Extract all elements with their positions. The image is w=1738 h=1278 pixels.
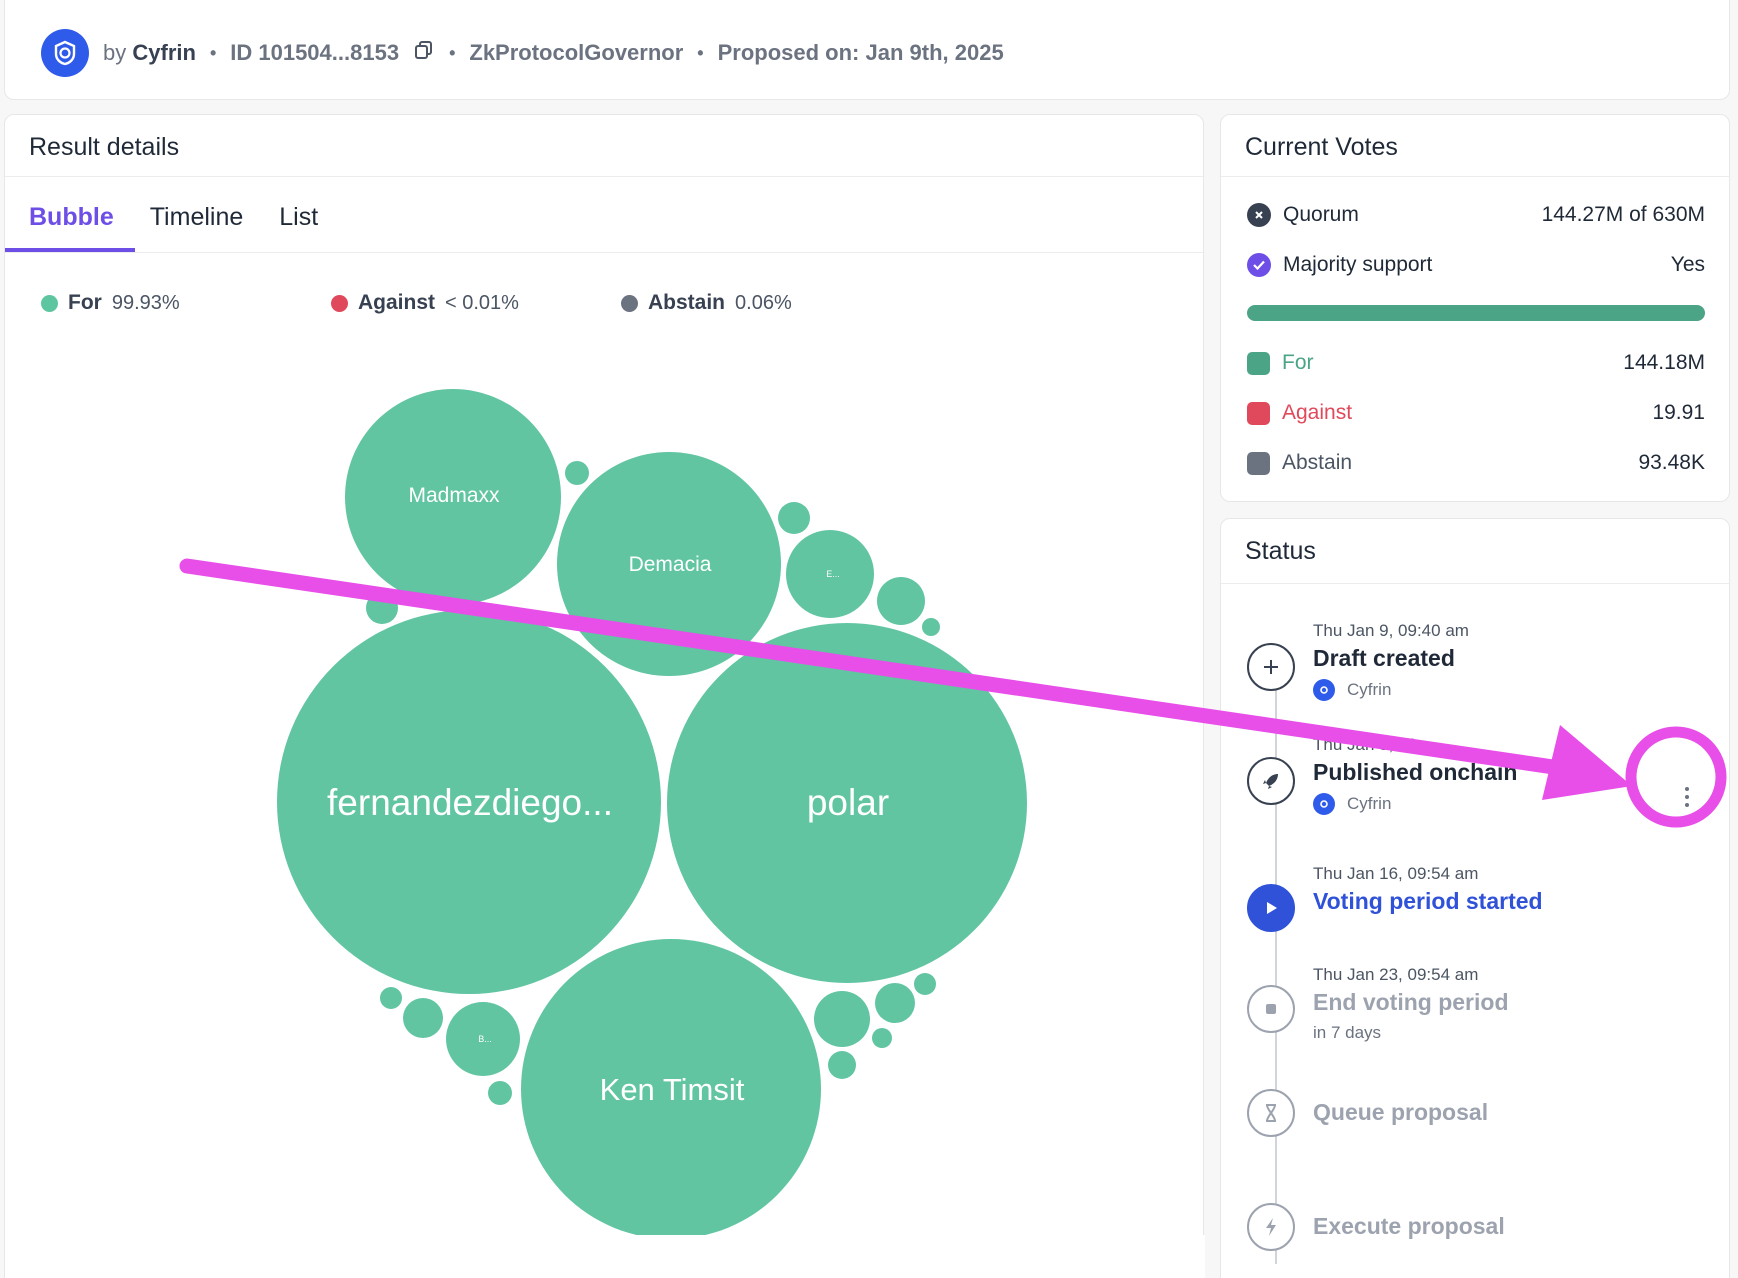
against-square-icon (1247, 401, 1270, 425)
rocket-icon (1247, 757, 1295, 805)
bubble-small[interactable] (366, 592, 398, 624)
step-title: End voting period (1313, 989, 1509, 1015)
proposal-header: by Cyfrin • ID 101504...8153 • ZkProtoco… (4, 0, 1730, 100)
step-date: Thu Jan 16, 09:54 am (1313, 864, 1479, 883)
quorum-x-icon (1247, 203, 1271, 227)
lightning-icon (1247, 1203, 1295, 1251)
bubble-small[interactable] (914, 973, 936, 995)
bubble-label: B... (478, 1034, 492, 1044)
majority-row: Majority support Yes (1247, 253, 1705, 277)
plus-icon (1247, 643, 1295, 691)
cyfrin-logo-icon (1313, 679, 1335, 701)
against-label: Against (1282, 401, 1353, 424)
chart-bottom-mask (5, 1235, 1205, 1278)
author-text: by Cyfrin (103, 40, 196, 66)
quorum-row: Quorum 144.27M of 630M (1247, 203, 1705, 227)
by-prefix: by (103, 40, 127, 65)
step-date: Thu Jan 9, 09:40 am (1313, 621, 1469, 640)
stop-icon (1247, 985, 1295, 1033)
timeline-line (1275, 654, 1277, 1264)
play-icon (1247, 884, 1295, 932)
against-value: 19.91 (1652, 401, 1705, 424)
copy-icon[interactable] (413, 39, 435, 67)
majority-label: Majority support (1283, 253, 1433, 276)
for-row: For 144.18M (1247, 351, 1705, 375)
proposal-id: ID 101504...8153 (230, 40, 400, 65)
bubble-small[interactable] (380, 987, 402, 1009)
step-author: Cyfrin (1313, 793, 1391, 815)
quorum-label: Quorum (1283, 203, 1359, 226)
kebab-menu-icon[interactable] (1677, 779, 1697, 815)
for-label: For (1282, 351, 1314, 374)
bubble-small[interactable] (488, 1081, 512, 1105)
step-title: Queue proposal (1313, 1099, 1489, 1125)
step-author-name[interactable]: Cyfrin (1347, 794, 1391, 814)
step-title: Draft created (1313, 645, 1455, 671)
bubble-small[interactable] (875, 983, 915, 1023)
bubble-label: Madmaxx (408, 484, 500, 507)
bubble-label: Ken Timsit (600, 1072, 745, 1107)
step-date: Thu Jan 9, 09:... (1313, 735, 1436, 754)
separator-dot: • (209, 42, 217, 63)
abstain-row: Abstain 93.48K (1247, 451, 1705, 475)
majority-value: Yes (1670, 253, 1705, 276)
bubble-small[interactable] (565, 461, 589, 485)
bubble-chart: Madmaxx Demacia fernandezdiego... polar … (5, 389, 1205, 1278)
bubble-label: Demacia (629, 553, 712, 576)
bubble-label: E... (826, 569, 840, 579)
bubble-small[interactable] (778, 502, 810, 534)
step-date: Thu Jan 23, 09:54 am (1313, 965, 1479, 984)
for-square-icon (1247, 351, 1270, 375)
hourglass-icon (1247, 1089, 1295, 1137)
bubble-small[interactable] (828, 1051, 856, 1079)
for-value: 144.18M (1623, 351, 1705, 374)
step-title: Execute proposal (1313, 1213, 1505, 1239)
bubble-small[interactable] (814, 991, 870, 1047)
divider (1221, 176, 1729, 177)
bubble-small[interactable] (872, 1028, 892, 1048)
separator-dot: • (449, 42, 456, 63)
step-title: Published onchain (1313, 759, 1518, 785)
author-name[interactable]: Cyfrin (132, 40, 196, 65)
abstain-square-icon (1247, 451, 1270, 475)
abstain-value: 93.48K (1638, 451, 1705, 474)
abstain-label: Abstain (1282, 451, 1353, 474)
majority-check-icon (1247, 253, 1271, 277)
votes-progress-bar (1247, 305, 1705, 321)
current-votes-card: Current Votes Quorum 144.27M of 630M Maj… (1220, 114, 1730, 502)
bubble-small[interactable] (403, 998, 443, 1038)
cyfrin-logo-icon[interactable] (41, 29, 89, 77)
current-votes-title: Current Votes (1245, 133, 1398, 161)
quorum-value: 144.27M of 630M (1541, 203, 1705, 226)
against-row: Against 19.91 (1247, 401, 1705, 425)
status-card: Status Thu Jan 9, 09:40 am Draft created… (1220, 518, 1730, 1278)
divider (1221, 583, 1729, 584)
result-details-card: Result details Bubble Timeline List For … (4, 114, 1205, 1278)
proposed-date: Proposed on: Jan 9th, 2025 (717, 40, 1004, 65)
status-title: Status (1245, 537, 1316, 565)
cyfrin-logo-icon (1313, 793, 1335, 815)
separator-dot: • (697, 42, 704, 63)
step-author-name[interactable]: Cyfrin (1347, 680, 1391, 700)
bubble-label: fernandezdiego... (327, 782, 613, 823)
bubble-small[interactable] (877, 577, 925, 625)
governor-link[interactable]: ZkProtocolGovernor (469, 40, 683, 66)
bubble-small[interactable] (922, 618, 940, 636)
step-sub: in 7 days (1313, 1023, 1382, 1042)
bubble-label: polar (807, 782, 889, 823)
step-title: Voting period started (1313, 888, 1543, 914)
proposal-meta-row: by Cyfrin • ID 101504...8153 • ZkProtoco… (41, 29, 1004, 77)
step-author: Cyfrin (1313, 679, 1391, 701)
